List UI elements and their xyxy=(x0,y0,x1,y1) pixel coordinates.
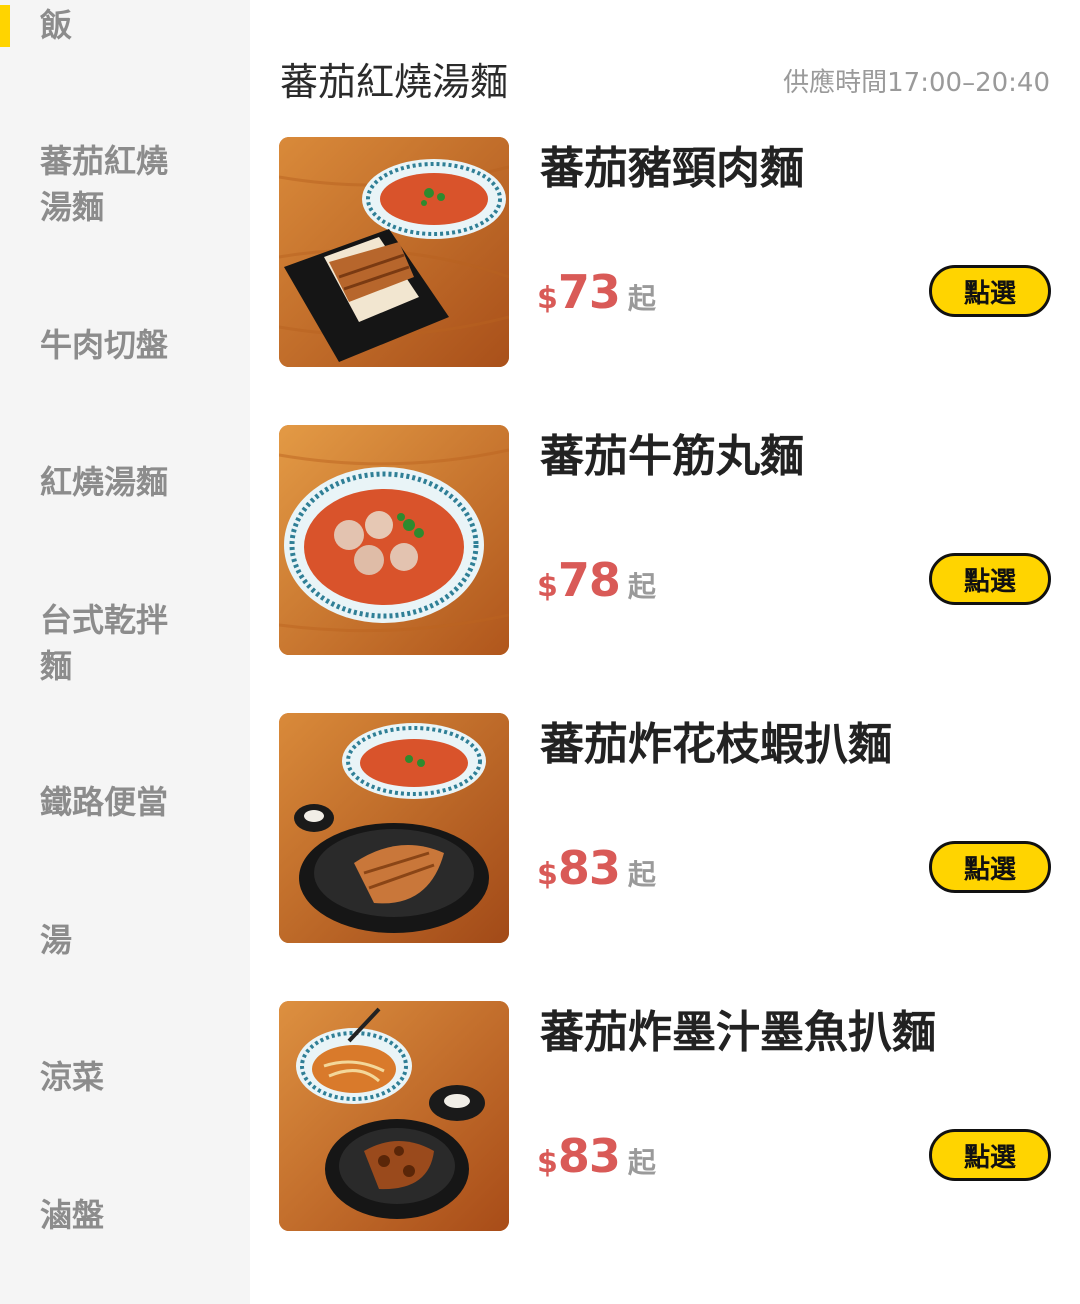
menu-item-card[interactable]: 蕃茄炸花枝蝦扒麵 $83 起 點選 xyxy=(279,713,1051,945)
section-title: 蕃茄紅燒湯麵 xyxy=(280,60,509,104)
sidebar-item-cold-dishes[interactable]: 涼菜 xyxy=(40,1054,190,1100)
menu-item-card[interactable]: 蕃茄豬頸肉麵 $73 起 點選 xyxy=(279,137,1051,369)
sidebar-item-braised-noodle-soup[interactable]: 紅燒湯麵 xyxy=(40,459,190,505)
sidebar-item-rice[interactable]: 飯 xyxy=(40,2,190,48)
item-price: $78 起 xyxy=(537,553,656,607)
category-sidebar: 飯 蕃茄紅燒湯麵 牛肉切盤 紅燒湯麵 台式乾拌麵 鐵路便當 湯 涼菜 滷盤 xyxy=(0,0,250,1304)
order-button[interactable]: 點選 xyxy=(929,553,1051,605)
serving-time: 供應時間17:00–20:40 xyxy=(783,68,1050,98)
active-category-indicator xyxy=(0,5,10,47)
food-photo[interactable] xyxy=(279,137,509,367)
price-value: 73 xyxy=(557,265,621,319)
sidebar-item-soup[interactable]: 湯 xyxy=(40,917,190,963)
price-value: 78 xyxy=(557,553,621,607)
menu-main: 蕃茄紅燒湯麵 供應時間17:00–20:40 蕃茄豬頸肉麵 $73 起 點選 蕃… xyxy=(250,0,1080,1304)
item-name: 蕃茄豬頸肉麵 xyxy=(540,143,804,194)
food-photo[interactable] xyxy=(279,1001,509,1231)
item-price: $83 起 xyxy=(537,841,656,895)
item-price: $73 起 xyxy=(537,265,656,319)
item-name: 蕃茄炸花枝蝦扒麵 xyxy=(540,719,892,770)
food-photo[interactable] xyxy=(279,713,509,943)
order-button[interactable]: 點選 xyxy=(929,1129,1051,1181)
price-value: 83 xyxy=(557,1129,621,1183)
sidebar-item-railway-bento[interactable]: 鐵路便當 xyxy=(40,779,190,825)
sidebar-item-taiwanese-dry-noodles[interactable]: 台式乾拌麵 xyxy=(40,597,190,689)
order-button[interactable]: 點選 xyxy=(929,265,1051,317)
item-name: 蕃茄牛筋丸麵 xyxy=(540,431,804,482)
sidebar-item-tomato-braised-noodle-soup[interactable]: 蕃茄紅燒湯麵 xyxy=(40,138,190,230)
price-from-label: 起 xyxy=(627,1146,656,1179)
price-from-label: 起 xyxy=(627,282,656,315)
menu-item-card[interactable]: 蕃茄牛筋丸麵 $78 起 點選 xyxy=(279,425,1051,657)
price-from-label: 起 xyxy=(627,570,656,603)
price-value: 83 xyxy=(557,841,621,895)
currency-symbol: $ xyxy=(537,569,558,604)
menu-item-card[interactable]: 蕃茄炸墨汁墨魚扒麵 $83 起 點選 xyxy=(279,1001,1051,1233)
item-price: $83 起 xyxy=(537,1129,656,1183)
food-photo[interactable] xyxy=(279,425,509,655)
currency-symbol: $ xyxy=(537,857,558,892)
sidebar-item-sliced-beef-plate[interactable]: 牛肉切盤 xyxy=(40,322,190,368)
sidebar-item-braised-platter[interactable]: 滷盤 xyxy=(40,1192,190,1238)
price-from-label: 起 xyxy=(627,858,656,891)
currency-symbol: $ xyxy=(537,1145,558,1180)
currency-symbol: $ xyxy=(537,281,558,316)
item-name: 蕃茄炸墨汁墨魚扒麵 xyxy=(540,1007,936,1058)
order-button[interactable]: 點選 xyxy=(929,841,1051,893)
